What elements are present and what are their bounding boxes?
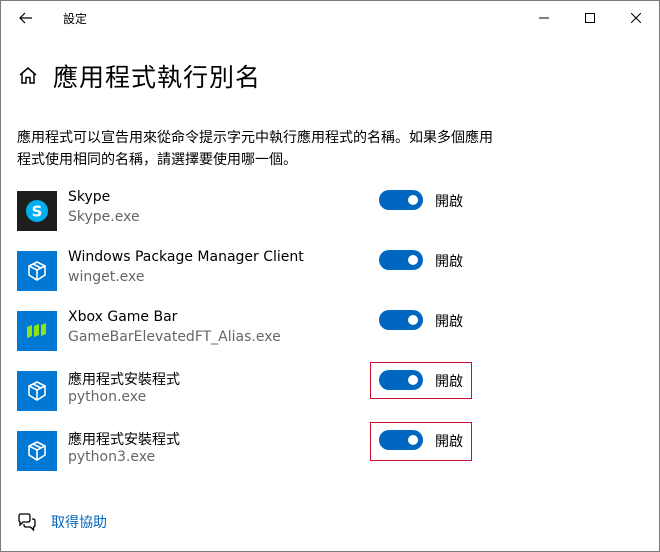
toggle-state-label: 開啟	[435, 314, 463, 330]
alias-toggle-winget[interactable]: 開啟	[379, 250, 489, 274]
app-name: Xbox Game Bar	[68, 309, 178, 325]
app-exe: python.exe	[68, 389, 147, 405]
toggle-switch[interactable]	[379, 190, 423, 210]
close-button[interactable]	[613, 1, 659, 35]
toggle-knob	[408, 435, 418, 445]
alias-item-winget: Windows Package Manager Client winget.ex…	[17, 249, 497, 293]
home-icon[interactable]	[17, 65, 39, 87]
maximize-icon	[585, 13, 595, 23]
alias-item-python: 應用程式安裝程式 python.exe 開啟	[17, 369, 497, 413]
svg-text:S: S	[32, 203, 43, 221]
app-name: 應用程式安裝程式	[68, 432, 180, 448]
app-exe: python3.exe	[68, 449, 156, 465]
toggle-switch[interactable]	[379, 370, 423, 390]
toggle-state-label: 開啟	[435, 374, 463, 390]
toggle-state-label: 開啟	[435, 254, 463, 270]
package-icon	[17, 251, 57, 291]
package-icon	[17, 371, 57, 411]
alias-toggle-xbox[interactable]: 開啟	[379, 310, 489, 334]
toggle-state-label: 開啟	[435, 434, 463, 450]
minimize-icon	[539, 17, 549, 19]
alias-toggle-skype[interactable]: 開啟	[379, 190, 489, 214]
app-exe: Skype.exe	[68, 209, 140, 225]
close-icon	[631, 13, 641, 23]
chat-help-icon	[18, 513, 36, 531]
settings-window: 設定 應用程式執行別名 應用程式可以宣告用來從命令提示字元中執行應用程式的名稱。…	[0, 0, 660, 552]
page-description: 應用程式可以宣告用來從命令提示字元中執行應用程式的名稱。如果多個應用程式使用相同…	[17, 130, 493, 168]
app-exe: GameBarElevatedFT_Alias.exe	[68, 329, 281, 345]
back-arrow-icon	[19, 12, 32, 24]
alias-item-skype: S Skype Skype.exe 開啟	[17, 189, 497, 233]
back-button[interactable]	[9, 4, 43, 32]
toggle-knob	[408, 255, 418, 265]
window-title: 設定	[63, 12, 88, 26]
alias-toggle-python[interactable]: 開啟	[379, 370, 489, 394]
toggle-knob	[408, 195, 418, 205]
toggle-switch[interactable]	[379, 250, 423, 270]
toggle-switch[interactable]	[379, 310, 423, 330]
alias-toggle-python3[interactable]: 開啟	[379, 430, 489, 454]
package-icon	[17, 431, 57, 471]
minimize-button[interactable]	[521, 1, 567, 35]
maximize-button[interactable]	[567, 1, 613, 35]
toggle-switch[interactable]	[379, 430, 423, 450]
app-name: Skype	[68, 189, 111, 205]
app-name: 應用程式安裝程式	[68, 372, 180, 388]
title-bar: 設定	[1, 1, 659, 35]
skype-icon: S	[17, 191, 57, 231]
xbox-game-bar-icon	[17, 311, 57, 351]
get-help-label[interactable]: 取得協助	[51, 512, 107, 532]
app-name: Windows Package Manager Client	[68, 249, 304, 265]
toggle-knob	[408, 375, 418, 385]
alias-item-python3: 應用程式安裝程式 python3.exe 開啟	[17, 429, 497, 473]
app-exe: winget.exe	[68, 269, 145, 285]
toggle-knob	[408, 315, 418, 325]
toggle-state-label: 開啟	[435, 194, 463, 210]
page-title: 應用程式執行別名	[53, 63, 262, 92]
alias-item-xbox-game-bar: Xbox Game Bar GameBarElevatedFT_Alias.ex…	[17, 309, 497, 353]
